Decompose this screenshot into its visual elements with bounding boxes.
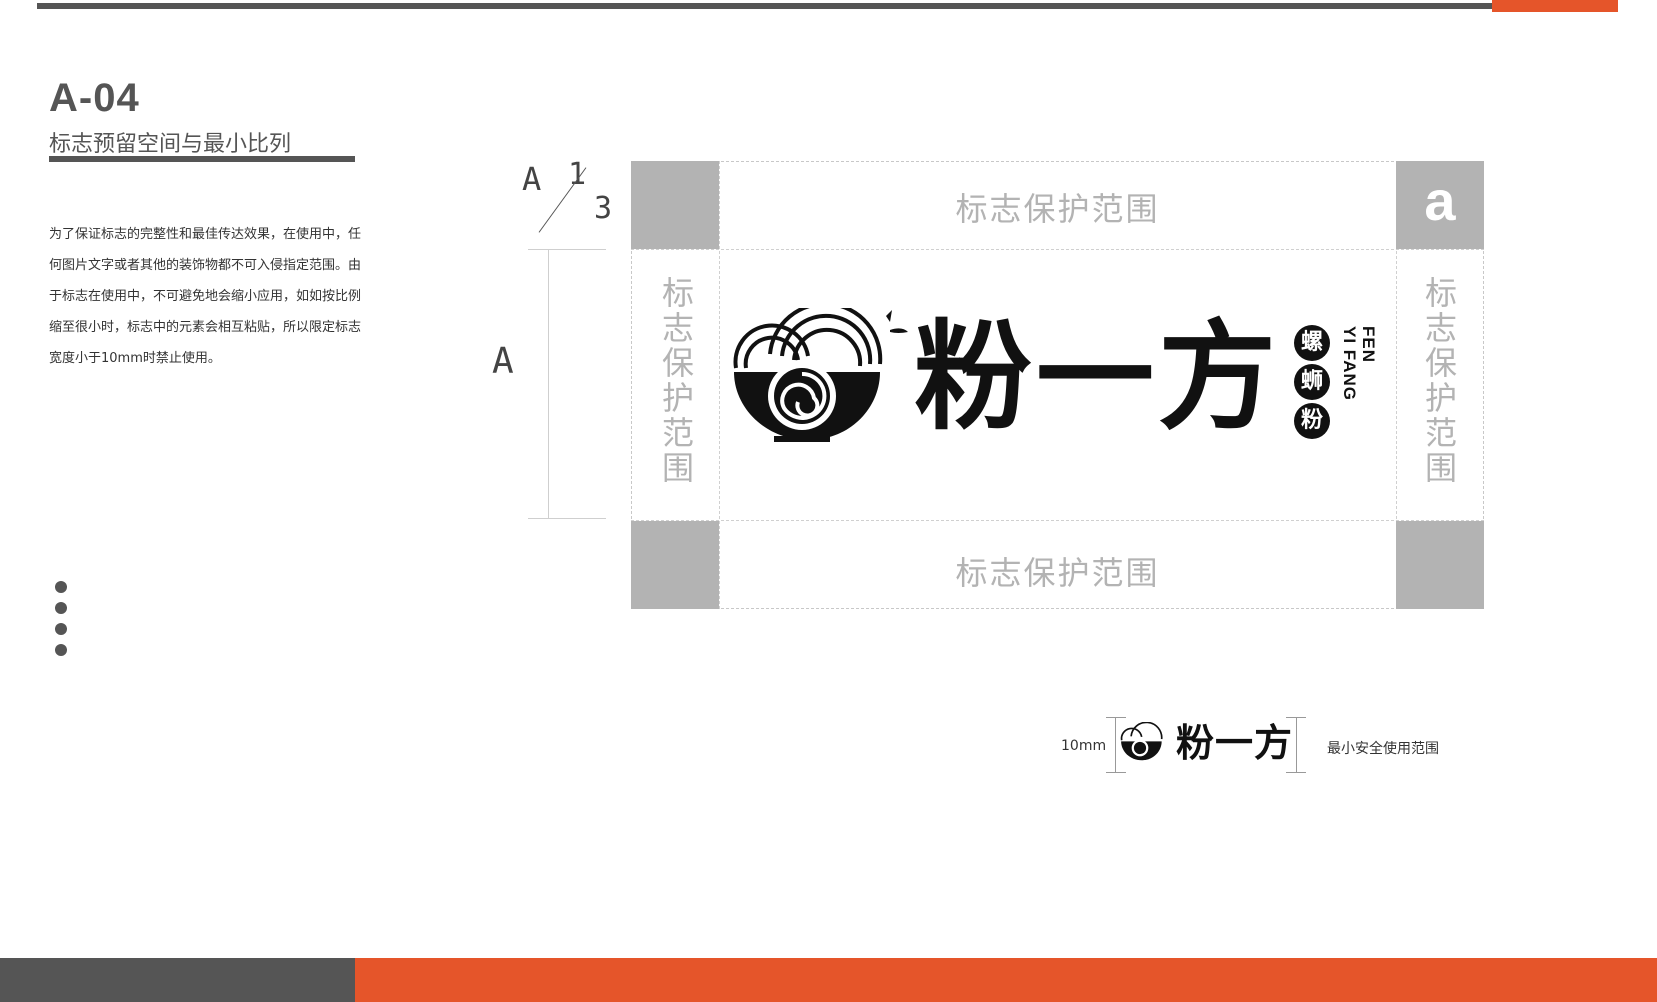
fraction-slash [538,167,587,233]
logo-english-line1: FEN [1359,326,1378,363]
min-size-bracket-left [1115,717,1116,773]
zone-right-char: 志 [1424,309,1457,347]
top-accent-bar [1492,0,1618,12]
dot [55,602,67,614]
dot [55,581,67,593]
zone-label-top: 标志保护范围 [955,190,1160,228]
corner-top-right: a [1396,161,1484,249]
zone-right-char: 围 [1424,449,1457,487]
zone-right-char: 标 [1424,274,1457,312]
min-size-tick [1286,717,1306,718]
logo-badge: 螺 [1294,325,1330,361]
zone-right-char: 护 [1424,379,1457,417]
logo-english: FEN YI FANG [1340,326,1378,401]
zone-label-bottom: 标志保护范围 [955,554,1160,592]
zone-left-char: 范 [661,414,694,452]
page-code: A-04 [49,76,140,120]
subtitle-underline [49,156,355,162]
zone-right-char: 范 [1424,414,1457,452]
logo-english-line2: YI FANG [1340,326,1359,402]
page-dots [55,581,67,665]
zone-left-char: 标 [661,274,694,312]
dot [55,623,67,635]
min-size-label: 10mm [1061,738,1107,754]
small-noodle-bowl-icon [1120,722,1163,761]
noodle-bowl-icon [733,308,908,442]
min-size-caption: 最小安全使用范围 [1327,741,1439,757]
guide-line-top [631,249,1484,250]
zone-left-char: 围 [661,449,694,487]
footer-accent-bar [355,958,1657,1002]
min-size-tick [1106,772,1126,773]
min-size-tick [1106,717,1126,718]
corner-bottom-right [1396,521,1484,609]
logo-badges: 螺 蛳 粉 [1294,325,1330,439]
min-size-tick [1286,772,1306,773]
logo-badge: 蛳 [1294,364,1330,400]
dimension-tick-bottom [528,518,606,519]
zone-label-right: 标 志 保 护 范 围 [1421,276,1461,486]
dimension-tick-top [528,249,606,250]
mark-a-side: A [492,341,514,382]
guide-line-bottom [631,520,1484,521]
top-rule [37,3,1492,9]
dot [55,644,67,656]
footer-dark-bar [0,958,355,1002]
min-size-bracket-right [1296,717,1297,773]
mark-a-top: A [522,160,542,198]
description-text: 为了保证标志的完整性和最佳传达效果，在使用中，任何图片文字或者其他的装饰物都不可… [49,227,362,366]
zone-label-left: 标 志 保 护 范 围 [658,276,698,486]
corner-top-left [631,161,719,249]
fraction-denominator: 3 [594,191,613,226]
unit-letter-a: a [1424,169,1456,232]
dimension-line-vertical [548,250,549,518]
zone-left-char: 保 [661,344,694,382]
zone-right-char: 保 [1424,344,1457,382]
zone-left-char: 护 [661,379,694,417]
page-subtitle: 标志预留空间与最小比列 [49,132,292,157]
zone-left-char: 志 [661,309,694,347]
corner-bottom-left [631,521,719,609]
logo-wordmark: 粉一方 [914,307,1281,446]
logo-badge: 粉 [1294,403,1330,439]
small-logo-wordmark: 粉一方 [1176,720,1294,765]
